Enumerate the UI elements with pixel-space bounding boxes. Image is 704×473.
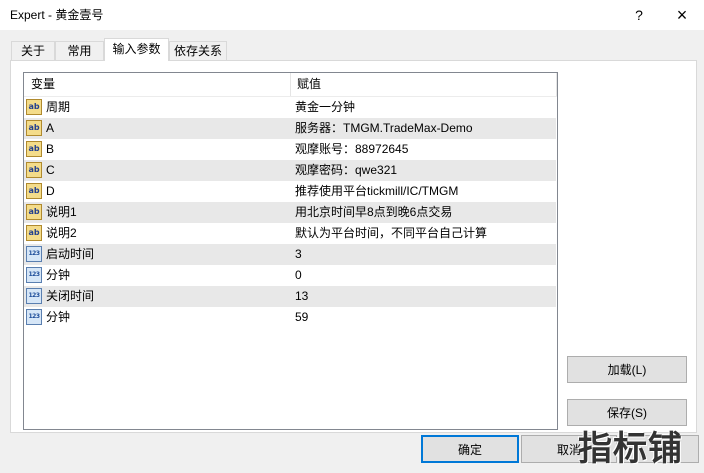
- window-title: Expert - 黄金壹号: [10, 8, 104, 22]
- param-row-note-1[interactable]: ab 说明1 用北京时间早8点到晚6点交易: [24, 202, 556, 223]
- close-button[interactable]: ×: [670, 4, 694, 26]
- param-name: D: [46, 184, 55, 198]
- reset-button[interactable]: [621, 435, 699, 463]
- param-row-a[interactable]: ab A 服务器：TMGM.TradeMax-Demo: [24, 118, 556, 139]
- param-name: 说明1: [46, 205, 77, 219]
- param-value[interactable]: 0: [291, 265, 556, 286]
- tab-inputs[interactable]: 输入参数: [104, 38, 169, 61]
- header-value: 赋值: [291, 73, 557, 96]
- header-variable: 变量: [24, 73, 291, 96]
- param-name: 周期: [46, 100, 71, 114]
- param-value[interactable]: 13: [291, 286, 556, 307]
- tab-common[interactable]: 常用: [55, 41, 104, 61]
- param-name: A: [46, 121, 55, 135]
- param-value[interactable]: 黄金一分钟: [291, 97, 556, 118]
- param-value[interactable]: 59: [291, 307, 556, 328]
- string-type-icon: ab: [26, 120, 42, 136]
- help-button[interactable]: ?: [627, 4, 651, 26]
- integer-type-icon: 123: [26, 246, 42, 262]
- param-row-c[interactable]: ab C 观摩密码：qwe321: [24, 160, 556, 181]
- param-name: 分钟: [46, 268, 71, 282]
- param-row-d[interactable]: ab D 推荐使用平台tickmill/IC/TMGM: [24, 181, 556, 202]
- param-value[interactable]: 3: [291, 244, 556, 265]
- string-type-icon: ab: [26, 225, 42, 241]
- param-row-start-hour[interactable]: 123 启动时间 3: [24, 244, 556, 265]
- param-name: 分钟: [46, 310, 71, 324]
- param-value[interactable]: 用北京时间早8点到晚6点交易: [291, 202, 556, 223]
- param-row-period[interactable]: ab 周期 黄金一分钟: [24, 97, 556, 118]
- param-row-close-minute[interactable]: 123 分钟 59: [24, 307, 556, 328]
- save-button[interactable]: 保存(S): [567, 399, 687, 426]
- string-type-icon: ab: [26, 99, 42, 115]
- param-name: C: [46, 163, 55, 177]
- param-value[interactable]: 推荐使用平台tickmill/IC/TMGM: [291, 181, 556, 202]
- load-button[interactable]: 加载(L): [567, 356, 687, 383]
- integer-type-icon: 123: [26, 267, 42, 283]
- param-row-b[interactable]: ab B 观摩账号：88972645: [24, 139, 556, 160]
- param-value[interactable]: 默认为平台时间，不同平台自己计算: [291, 223, 556, 244]
- param-row-note-2[interactable]: ab 说明2 默认为平台时间，不同平台自己计算: [24, 223, 556, 244]
- param-name: B: [46, 142, 55, 156]
- inputs-list[interactable]: 变量 赋值 ab 周期 黄金一分钟 ab A 服务器：TMGM.TradeMax…: [23, 72, 558, 430]
- param-name: 启动时间: [46, 247, 95, 261]
- help-icon: ?: [635, 7, 643, 23]
- list-header: 变量 赋值: [24, 73, 557, 97]
- ok-button[interactable]: 确定: [421, 435, 519, 463]
- close-icon: ×: [676, 5, 688, 25]
- param-value[interactable]: 观摩账号：88972645: [291, 139, 556, 160]
- param-row-start-minute[interactable]: 123 分钟 0: [24, 265, 556, 286]
- tab-about[interactable]: 关于: [11, 41, 55, 61]
- param-name: 说明2: [46, 226, 77, 240]
- integer-type-icon: 123: [26, 288, 42, 304]
- integer-type-icon: 123: [26, 309, 42, 325]
- string-type-icon: ab: [26, 183, 42, 199]
- string-type-icon: ab: [26, 162, 42, 178]
- string-type-icon: ab: [26, 141, 42, 157]
- param-value[interactable]: 观摩密码：qwe321: [291, 160, 556, 181]
- cancel-button[interactable]: 取消: [521, 435, 617, 463]
- string-type-icon: ab: [26, 204, 42, 220]
- param-name: 关闭时间: [46, 289, 95, 303]
- param-value[interactable]: 服务器：TMGM.TradeMax-Demo: [291, 118, 556, 139]
- param-row-close-hour[interactable]: 123 关闭时间 13: [24, 286, 556, 307]
- title-bar[interactable]: Expert - 黄金壹号 ? ×: [0, 0, 704, 30]
- tab-dependencies[interactable]: 依存关系: [169, 41, 227, 61]
